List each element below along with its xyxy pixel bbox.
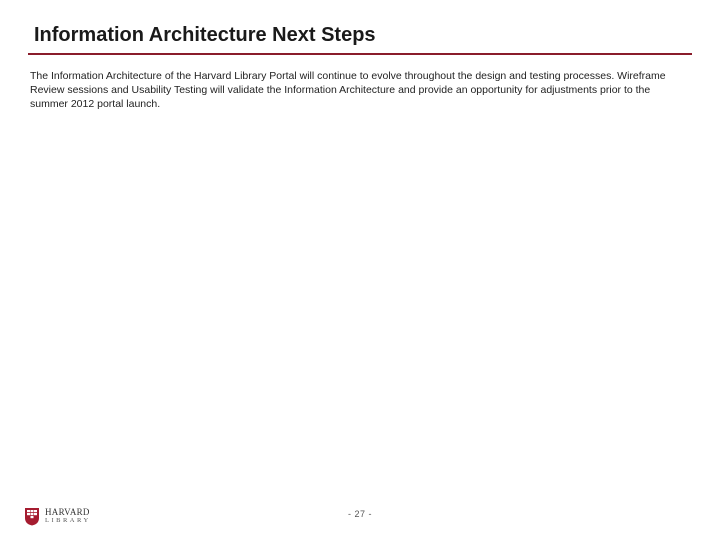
slide-container: Information Architecture Next Steps The … xyxy=(0,0,720,540)
page-number: - 27 - xyxy=(348,509,372,519)
slide-title: Information Architecture Next Steps xyxy=(28,24,692,55)
slide-footer: - 27 - xyxy=(0,500,720,528)
slide-body-text: The Information Architecture of the Harv… xyxy=(28,69,692,112)
